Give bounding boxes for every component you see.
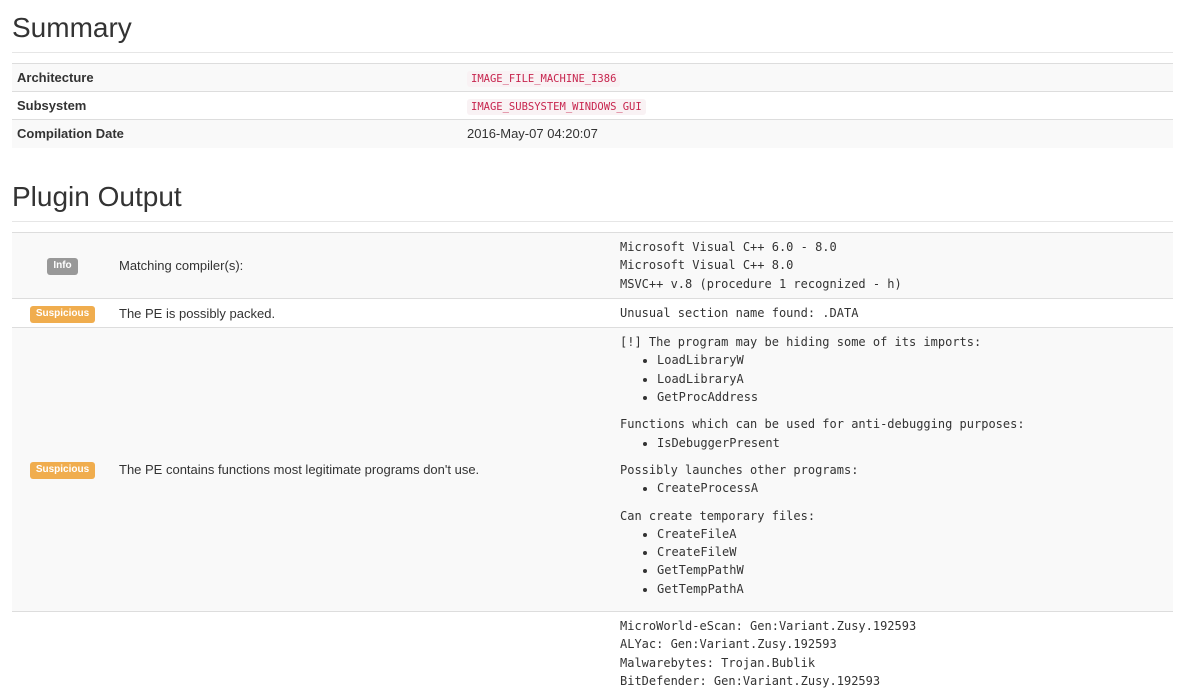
summary-row-subsystem: Subsystem IMAGE_SUBSYSTEM_WINDOWS_GUI [12,91,1173,120]
summary-row-architecture: Architecture IMAGE_FILE_MACHINE_I386 [12,63,1173,92]
compiler-output: Microsoft Visual C++ 6.0 - 8.0 Microsoft… [620,240,902,291]
plugin-row: Suspicious The PE is possibly packed. Un… [12,297,1173,328]
suspicious-badge: Suspicious [29,305,96,323]
plugin-row: Info Matching compiler(s): Microsoft Vis… [12,232,1173,299]
group-heading: Functions which can be used for anti-deb… [620,417,1025,432]
info-badge: Info [47,257,78,275]
output-cell: MicroWorld-eScan: Gen:Variant.Zusy.19259… [613,611,1173,696]
summary-table: Architecture IMAGE_FILE_MACHINE_I386 Sub… [12,63,1173,148]
import-list: LoadLibraryW LoadLibraryA GetProcAddress [620,351,1173,406]
plugin-output-table: Info Matching compiler(s): Microsoft Vis… [12,232,1173,696]
list-item: LoadLibraryA [657,370,1173,388]
level-cell [12,611,113,696]
list-item: GetTempPathA [657,580,1173,598]
summary-key: Compilation Date [12,119,467,148]
list-item: CreateProcessA [657,479,1173,497]
plugin-row: Suspicious The PE contains functions mos… [12,327,1173,612]
subsystem-code: IMAGE_SUBSYSTEM_WINDOWS_GUI [467,99,646,115]
description-cell: The PE is possibly packed. [113,297,613,328]
summary-row-compilation-date: Compilation Date 2016-May-07 04:20:07 [12,119,1173,148]
plugin-output-heading: Plugin Output [12,181,182,212]
list-item: CreateFileW [657,543,1173,561]
summary-heading: Summary [12,12,132,43]
list-item: GetTempPathW [657,561,1173,579]
plugin-divider [12,221,1173,222]
list-item: LoadLibraryW [657,351,1173,369]
summary-key: Subsystem [12,91,467,120]
level-cell: Suspicious [12,327,113,612]
anti-debug-list: IsDebuggerPresent [620,434,1173,452]
summary-value: IMAGE_FILE_MACHINE_I386 [467,63,1173,92]
temp-files-list: CreateFileA CreateFileW GetTempPathW Get… [620,525,1173,598]
group-heading: Can create temporary files: [620,508,816,523]
description-cell: The PE contains functions most legitimat… [113,327,613,612]
summary-value: 2016-May-07 04:20:07 [467,119,1173,148]
suspicious-badge: Suspicious [29,462,96,480]
output-cell: Unusual section name found: .DATA [613,297,1173,328]
level-cell: Info [12,232,113,299]
imports-output: [!] The program may be hiding some of it… [620,333,1173,598]
description-cell [113,611,613,696]
level-cell: Suspicious [12,297,113,328]
list-item: CreateFileA [657,525,1173,543]
group-heading: [!] The program may be hiding some of it… [620,335,982,350]
section-output: Unusual section name found: .DATA [620,305,859,320]
output-cell: Microsoft Visual C++ 6.0 - 8.0 Microsoft… [613,232,1173,299]
description-cell: Matching compiler(s): [113,232,613,299]
output-cell: [!] The program may be hiding some of it… [613,327,1173,612]
av-detections-output: MicroWorld-eScan: Gen:Variant.Zusy.19259… [620,619,917,689]
process-list: CreateProcessA [620,479,1173,497]
list-item: IsDebuggerPresent [657,434,1173,452]
report-page: Summary Architecture IMAGE_FILE_MACHINE_… [0,0,1200,696]
summary-value: IMAGE_SUBSYSTEM_WINDOWS_GUI [467,91,1173,120]
summary-key: Architecture [12,63,467,92]
list-item: GetProcAddress [657,388,1173,406]
compilation-date-text: 2016-May-07 04:20:07 [467,126,598,142]
group-heading: Possibly launches other programs: [620,462,859,477]
summary-divider [12,52,1173,53]
architecture-code: IMAGE_FILE_MACHINE_I386 [467,71,621,87]
plugin-row: MicroWorld-eScan: Gen:Variant.Zusy.19259… [12,611,1173,696]
